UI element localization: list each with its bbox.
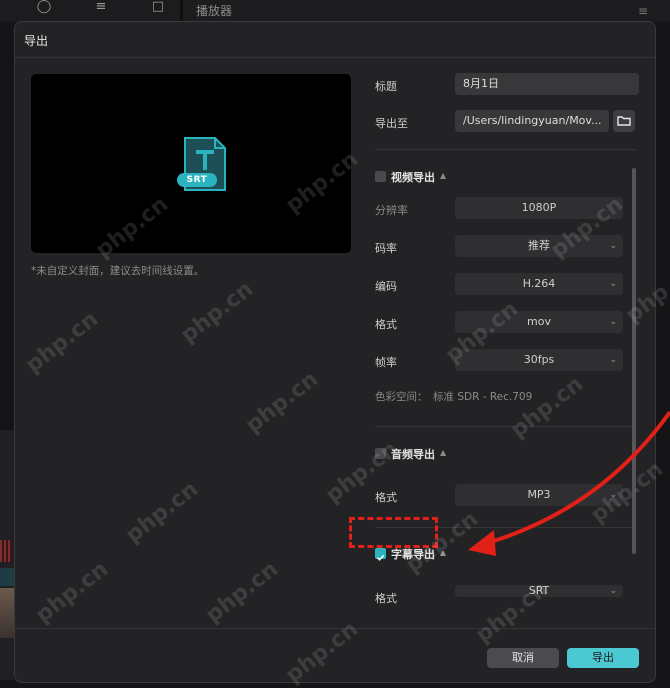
annotation-arrow bbox=[468, 410, 670, 556]
